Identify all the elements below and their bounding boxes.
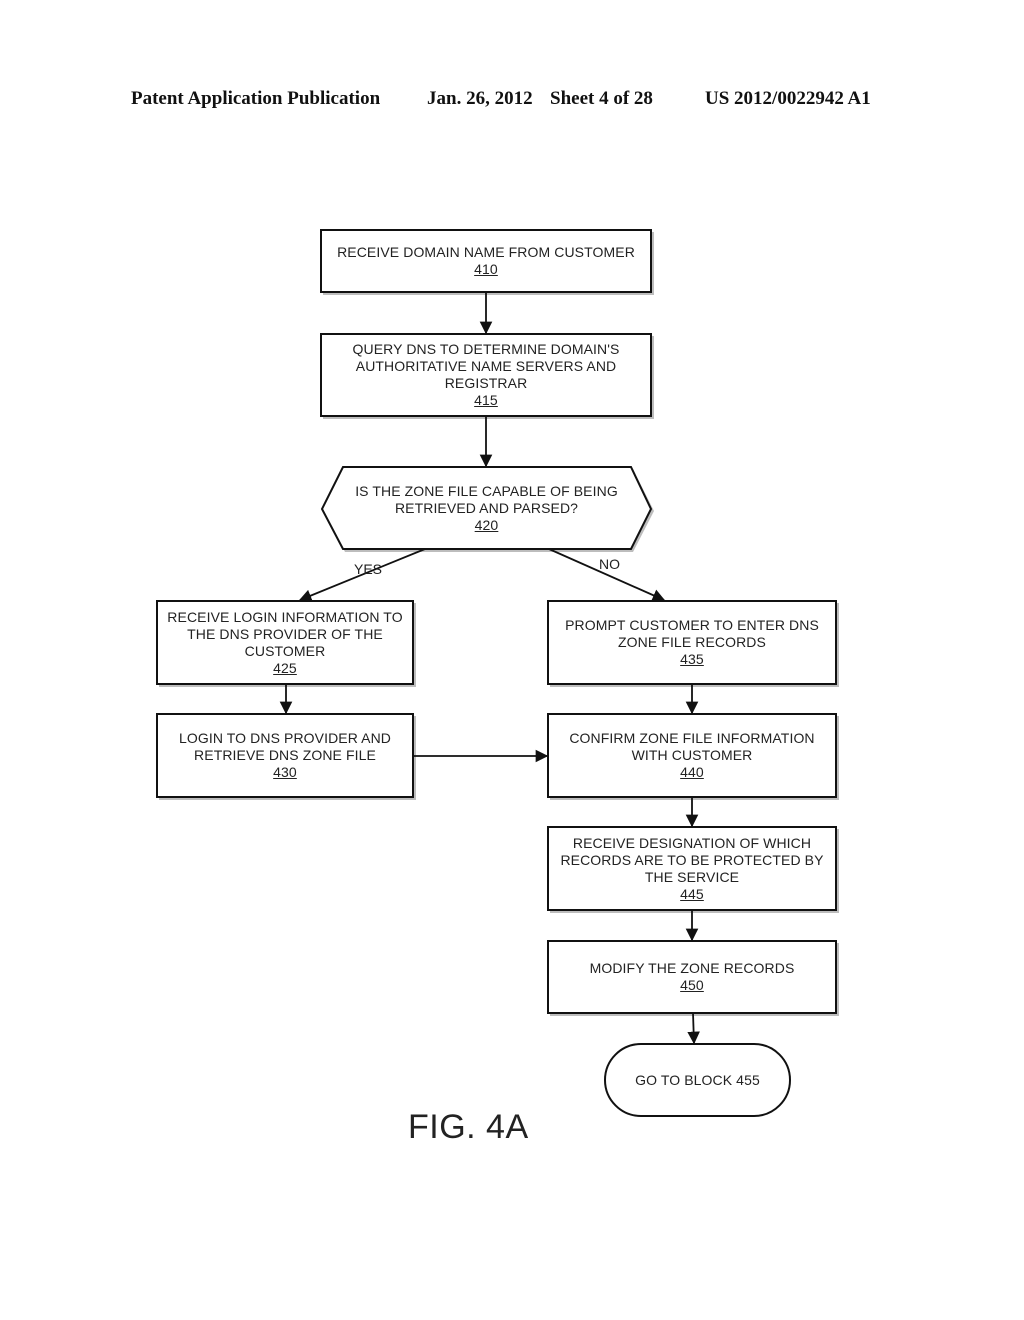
node-415: QUERY DNS TO DETERMINE DOMAIN'S AUTHORIT… — [321, 334, 651, 416]
node-430-ref: 430 — [273, 764, 297, 780]
node-435-line-2: ZONE FILE RECORDS — [618, 634, 766, 650]
node-425-line-2: THE DNS PROVIDER OF THE — [187, 625, 383, 642]
node-450-line-1: MODIFY THE ZONE RECORDS — [589, 960, 795, 976]
node-415-line-1: QUERY DNS TO DETERMINE DOMAIN'S — [352, 341, 620, 357]
node-430: LOGIN TO DNS PROVIDER AND RETRIEVE DNS Z… — [157, 714, 413, 797]
node-415-line-2: AUTHORITATIVE NAME SERVERS AND — [355, 358, 617, 374]
node-420-line-2: RETRIEVED AND PARSED? — [394, 499, 579, 516]
node-435: PROMPT CUSTOMER TO ENTER DNS ZONE FILE R… — [548, 601, 836, 684]
node-430-line-1: LOGIN TO DNS PROVIDER AND — [178, 730, 392, 746]
node-425-line-1: RECEIVE LOGIN INFORMATION TO — [167, 608, 403, 625]
node-440-line-1: CONFIRM ZONE FILE INFORMATION — [569, 730, 815, 746]
node-445: RECEIVE DESIGNATION OF WHICH RECORDS ARE… — [548, 827, 836, 910]
node-425-line-3: CUSTOMER — [244, 642, 326, 659]
node-420-line-1: IS THE ZONE FILE CAPABLE OF BEING — [355, 482, 618, 499]
node-410: RECEIVE DOMAIN NAME FROM CUSTOMER 410 — [321, 230, 651, 292]
node-435-line-1: PROMPT CUSTOMER TO ENTER DNS — [565, 617, 819, 633]
node-445-ref: 445 — [680, 885, 704, 902]
node-425: RECEIVE LOGIN INFORMATION TO THE DNS PRO… — [157, 601, 413, 684]
no-branch-label: NO — [599, 556, 620, 572]
node-410-ref: 410 — [474, 261, 498, 277]
node-455-line-1: GO TO BLOCK 455 — [635, 1071, 760, 1088]
node-420-ref: 420 — [474, 516, 499, 533]
node-430-line-2: RETRIEVE DNS ZONE FILE — [194, 747, 376, 763]
node-440-line-2: WITH CUSTOMER — [631, 747, 753, 763]
node-435-ref: 435 — [680, 651, 704, 667]
node-415-ref: 415 — [474, 392, 498, 408]
node-420-decision: IS THE ZONE FILE CAPABLE OF BEING RETRIE… — [322, 467, 651, 549]
yes-branch-label: YES — [354, 561, 383, 577]
node-445-line-1: RECEIVE DESIGNATION OF WHICH — [572, 834, 812, 851]
node-440: CONFIRM ZONE FILE INFORMATION WITH CUSTO… — [548, 714, 836, 797]
edge-450-455 — [687, 1012, 700, 1045]
figure-label: FIG. 4A — [408, 1108, 529, 1146]
node-450-ref: 450 — [680, 977, 704, 993]
node-410-line-1: RECEIVE DOMAIN NAME FROM CUSTOMER — [337, 244, 635, 260]
node-440-ref: 440 — [680, 764, 704, 780]
node-455-terminal: GO TO BLOCK 455 — [605, 1044, 790, 1116]
node-415-line-3: REGISTRAR — [444, 375, 528, 391]
node-425-ref: 425 — [273, 659, 297, 676]
node-445-line-2: RECORDS ARE TO BE PROTECTED BY — [560, 851, 824, 868]
node-450: MODIFY THE ZONE RECORDS 450 — [548, 941, 836, 1013]
node-445-line-3: THE SERVICE — [644, 868, 740, 885]
